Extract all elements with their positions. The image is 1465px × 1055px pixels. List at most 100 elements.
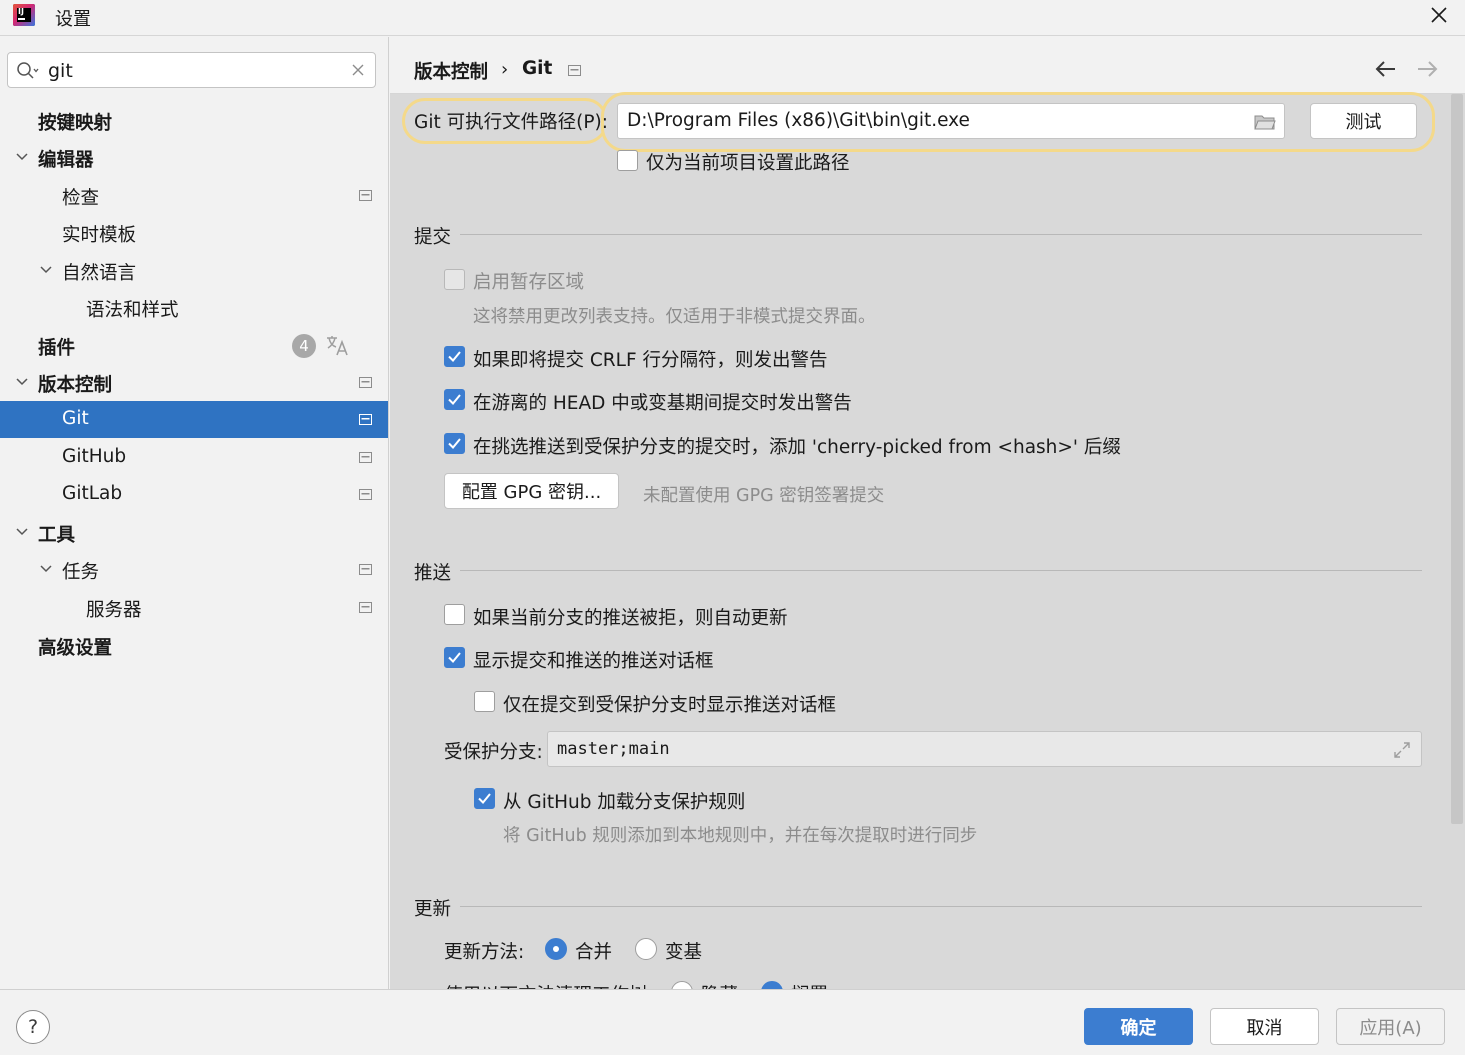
sidebar-item-label: 高级设置 (38, 638, 113, 659)
vertical-scrollbar[interactable] (1451, 94, 1463, 824)
load-github-rules-checkbox[interactable] (474, 788, 495, 809)
apply-button[interactable]: 应用(A) (1336, 1008, 1445, 1045)
forward-arrow-icon[interactable] (1415, 59, 1439, 79)
sidebar-item-inspections[interactable]: 检查 (0, 177, 388, 214)
test-button[interactable]: 测试 (1310, 103, 1417, 139)
ok-button[interactable]: 确定 (1084, 1008, 1193, 1045)
show-push-dialog-checkbox[interactable] (444, 647, 465, 668)
chevron-down-icon[interactable] (39, 562, 53, 576)
clear-search-icon[interactable] (351, 63, 365, 77)
git-path-value: D:\Program Files (x86)\Git\bin\git.exe (627, 110, 970, 131)
sidebar-item-label: 语法和样式 (86, 300, 179, 321)
detached-head-warning-label: 在游离的 HEAD 中或变基期间提交时发出警告 (473, 393, 852, 414)
back-arrow-icon[interactable] (1374, 59, 1398, 79)
expand-icon[interactable] (1393, 741, 1411, 759)
only-protected-dialog-label: 仅在提交到受保护分支时显示推送对话框 (503, 695, 837, 716)
clean-tree-label: 使用以下方法清理工作树: (444, 981, 654, 989)
sidebar-item-label: 实时模板 (62, 225, 137, 246)
chevron-down-icon[interactable] (15, 150, 29, 164)
sidebar-item-grammar-style[interactable]: 语法和样式 (0, 289, 388, 326)
chevron-down-icon[interactable] (15, 525, 29, 539)
breadcrumb: 版本控制 › Git (390, 37, 1465, 94)
close-button[interactable] (1421, 0, 1457, 30)
sidebar-item-tasks[interactable]: 任务 (0, 551, 388, 588)
breadcrumb-separator: › (501, 59, 509, 80)
sidebar-item-git[interactable]: Git (0, 401, 388, 438)
sidebar-item-label: Git (62, 408, 89, 429)
search-box[interactable] (7, 52, 376, 88)
sidebar-item-natural-languages[interactable]: 自然语言 (0, 252, 388, 289)
crlf-warning-checkbox[interactable] (444, 346, 465, 367)
sidebar-item-version-control[interactable]: 版本控制 (0, 364, 388, 401)
only-protected-dialog-checkbox[interactable] (474, 691, 495, 712)
sidebar-item-advanced-settings[interactable]: 高级设置 (0, 627, 388, 664)
settings-main-panel: 版本控制 › Git Git 可执行文件路径(P): D:\Program Fi… (390, 37, 1465, 989)
merge-label: 合并 (575, 942, 613, 963)
sidebar-item-label: GitHub (62, 446, 127, 467)
protected-branches-field[interactable]: master;main (547, 731, 1422, 767)
sidebar-item-label: 任务 (62, 562, 100, 583)
project-scope-icon (359, 602, 372, 613)
breadcrumb-version-control[interactable]: 版本控制 (414, 58, 488, 84)
sidebar-item-keymap[interactable]: 按键映射 (0, 102, 388, 139)
sidebar-item-live-templates[interactable]: 实时模板 (0, 214, 388, 251)
cancel-button[interactable]: 取消 (1210, 1008, 1319, 1045)
load-github-rules-label: 从 GitHub 加载分支保护规则 (503, 792, 746, 813)
crlf-warning-label: 如果即将提交 CRLF 行分隔符，则发出警告 (473, 350, 828, 371)
sidebar-item-servers[interactable]: 服务器 (0, 589, 388, 626)
commit-section-title: 提交 (414, 227, 452, 248)
gpg-status-hint: 未配置使用 GPG 密钥签署提交 (643, 486, 885, 506)
section-divider (460, 570, 1422, 571)
sidebar-item-tools[interactable]: 工具 (0, 514, 388, 551)
translate-icon (327, 336, 348, 356)
detached-head-warning-checkbox[interactable] (444, 389, 465, 410)
close-icon (1431, 7, 1447, 23)
breadcrumb-git: Git (522, 58, 553, 79)
folder-browse-icon[interactable] (1254, 113, 1276, 131)
auto-update-on-reject-label: 如果当前分支的推送被拒，则自动更新 (473, 608, 788, 629)
settings-sidebar: 按键映射 编辑器 检查 实时模板 自然语言 语法和样式 插件 4 版本控制 Gi… (0, 37, 389, 989)
sidebar-item-label: 工具 (38, 525, 76, 546)
merge-radio[interactable] (545, 938, 567, 960)
search-input[interactable] (48, 59, 338, 83)
section-divider (460, 234, 1422, 235)
project-scope-icon (359, 489, 372, 500)
cherry-picked-suffix-checkbox[interactable] (444, 433, 465, 454)
sidebar-item-label: 检查 (62, 188, 100, 209)
load-github-rules-hint: 将 GitHub 规则添加到本地规则中，并在每次提取时进行同步 (503, 826, 978, 846)
project-scope-icon (359, 190, 372, 201)
rebase-radio[interactable] (635, 938, 657, 960)
sidebar-item-gitlab[interactable]: GitLab (0, 476, 388, 513)
sidebar-item-github[interactable]: GitHub (0, 439, 388, 476)
title-bar: IJ 设置 (0, 0, 1465, 36)
stash-label: 隐藏 (701, 981, 738, 989)
show-push-dialog-label: 显示提交和推送的推送对话框 (473, 651, 714, 672)
window-title: 设置 (55, 9, 91, 30)
sidebar-item-label: 插件 (38, 338, 76, 359)
cherry-picked-suffix-label: 在挑选推送到受保护分支的提交时，添加 'cherry-picked from <… (473, 437, 1121, 458)
only-project-path-label: 仅为当前项目设置此路径 (646, 153, 850, 174)
only-project-path-checkbox[interactable] (617, 150, 638, 171)
protected-branches-label: 受保护分支: (444, 742, 543, 763)
sidebar-item-editor[interactable]: 编辑器 (0, 139, 388, 176)
git-executable-path-field[interactable]: D:\Program Files (x86)\Git\bin\git.exe (617, 103, 1285, 139)
git-path-label: Git 可执行文件路径(P): (414, 112, 608, 133)
plugins-update-badge: 4 (292, 334, 316, 358)
shelve-label: 搁置 (791, 981, 828, 989)
chevron-down-icon[interactable] (15, 375, 29, 389)
chevron-down-icon[interactable] (39, 263, 53, 277)
update-method-label: 更新方法: (444, 942, 525, 963)
git-settings-content (390, 94, 1450, 989)
sidebar-item-plugins[interactable]: 插件 4 (0, 327, 388, 364)
dialog-footer: ? 确定 取消 应用(A) (0, 989, 1465, 1055)
configure-gpg-key-button[interactable]: 配置 GPG 密钥... (444, 473, 619, 509)
app-logo-icon: IJ (13, 4, 35, 26)
auto-update-on-reject-checkbox[interactable] (444, 604, 465, 625)
help-button[interactable]: ? (16, 1010, 50, 1044)
project-scope-icon (359, 377, 372, 388)
protected-branches-value: master;main (557, 739, 670, 759)
push-section-title: 推送 (414, 563, 452, 584)
sidebar-item-label: GitLab (62, 483, 123, 504)
update-section-title: 更新 (414, 899, 452, 920)
sidebar-item-label: 自然语言 (62, 263, 137, 284)
